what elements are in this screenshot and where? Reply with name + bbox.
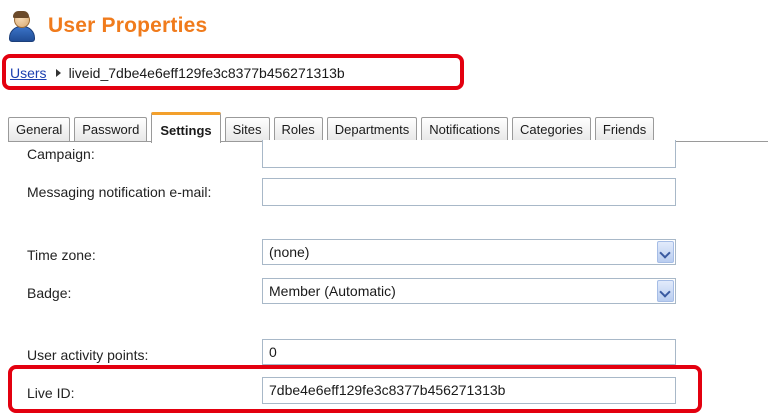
time-zone-value: (none): [269, 244, 310, 260]
tab-general[interactable]: General: [8, 117, 71, 142]
activity-points-input[interactable]: 0: [262, 339, 676, 365]
badge-value: Member (Automatic): [269, 283, 396, 299]
badge-label: Badge:: [27, 285, 72, 301]
tab-bar: General Password Settings Sites Roles De…: [8, 110, 658, 143]
campaign-label: Campaign:: [27, 146, 95, 162]
breadcrumb-arrow-icon: [55, 69, 61, 77]
tab-friends[interactable]: Friends: [594, 117, 655, 142]
tab-settings[interactable]: Settings: [151, 112, 221, 143]
tab-categories[interactable]: Categories: [512, 117, 591, 142]
activity-points-label: User activity points:: [27, 347, 149, 363]
page-title: User Properties: [48, 14, 208, 37]
campaign-input[interactable]: [262, 140, 676, 168]
tab-sites[interactable]: Sites: [224, 117, 270, 142]
tab-notifications[interactable]: Notifications: [421, 117, 509, 142]
tab-roles[interactable]: Roles: [273, 117, 323, 142]
page-header: User Properties: [8, 6, 207, 46]
time-zone-label: Time zone:: [27, 247, 96, 263]
tab-departments[interactable]: Departments: [326, 117, 418, 142]
breadcrumb-users-link[interactable]: Users: [10, 65, 47, 81]
breadcrumb-current: liveid_7dbe4e6eff129fe3c8377b456271313b: [68, 65, 345, 81]
chevron-down-icon[interactable]: [657, 241, 674, 263]
messaging-email-label: Messaging notification e-mail:: [27, 184, 212, 200]
breadcrumb: Users liveid_7dbe4e6eff129fe3c8377b45627…: [10, 65, 345, 81]
chevron-down-icon[interactable]: [657, 280, 674, 302]
live-id-highlight: [8, 365, 702, 413]
tab-password[interactable]: Password: [74, 117, 148, 142]
time-zone-select[interactable]: (none): [262, 239, 676, 265]
messaging-email-input[interactable]: [262, 178, 676, 206]
badge-select[interactable]: Member (Automatic): [262, 278, 676, 304]
user-icon: [8, 11, 36, 42]
